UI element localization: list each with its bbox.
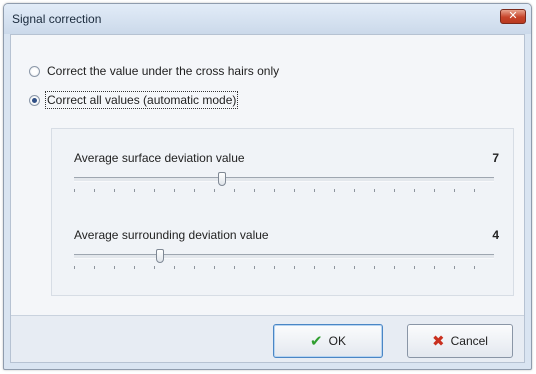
dialog-title: Signal correction (12, 12, 102, 26)
slider-thumb[interactable] (218, 172, 226, 186)
x-icon: ✖ (432, 332, 445, 350)
cancel-button-label: Cancel (450, 334, 488, 348)
slider-thumb[interactable] (156, 249, 164, 263)
slider-ticks (74, 266, 494, 269)
slider-ticks (74, 189, 494, 192)
ok-button-label: OK (328, 334, 346, 348)
surrounding-deviation-label: Average surrounding deviation value (74, 228, 269, 242)
surrounding-deviation-value: 4 (492, 228, 499, 242)
dialog-body: Correct the value under the cross hairs … (10, 34, 525, 363)
signal-correction-dialog: Signal correction ✕ Correct the value un… (3, 3, 532, 370)
cancel-button[interactable]: ✖ Cancel (407, 324, 513, 358)
surface-deviation-value: 7 (492, 151, 499, 165)
option-cross-hairs-only-label: Correct the value under the cross hairs … (47, 64, 280, 78)
slider-track (74, 254, 494, 259)
slider-track (74, 177, 494, 182)
surface-deviation-label: Average surface deviation value (74, 151, 245, 165)
radio-cross-hairs-only[interactable] (29, 65, 40, 77)
title-bar: Signal correction ✕ (4, 4, 531, 34)
option-cross-hairs-only[interactable]: Correct the value under the cross hairs … (29, 63, 279, 79)
deviation-settings-group: Average surface deviation value 7 Averag… (51, 128, 514, 296)
radio-automatic-mode[interactable] (29, 94, 40, 106)
check-icon: ✔ (310, 332, 323, 350)
surrounding-deviation-slider[interactable] (74, 249, 494, 273)
option-automatic-mode-label: Correct all values (automatic mode) (44, 91, 239, 109)
button-bar: ✔ OK ✖ Cancel (11, 316, 524, 362)
close-icon: ✕ (508, 10, 518, 22)
close-button[interactable]: ✕ (500, 9, 526, 24)
option-automatic-mode[interactable]: Correct all values (automatic mode) (29, 91, 239, 109)
surface-deviation-slider[interactable] (74, 172, 494, 196)
ok-button[interactable]: ✔ OK (273, 324, 383, 358)
